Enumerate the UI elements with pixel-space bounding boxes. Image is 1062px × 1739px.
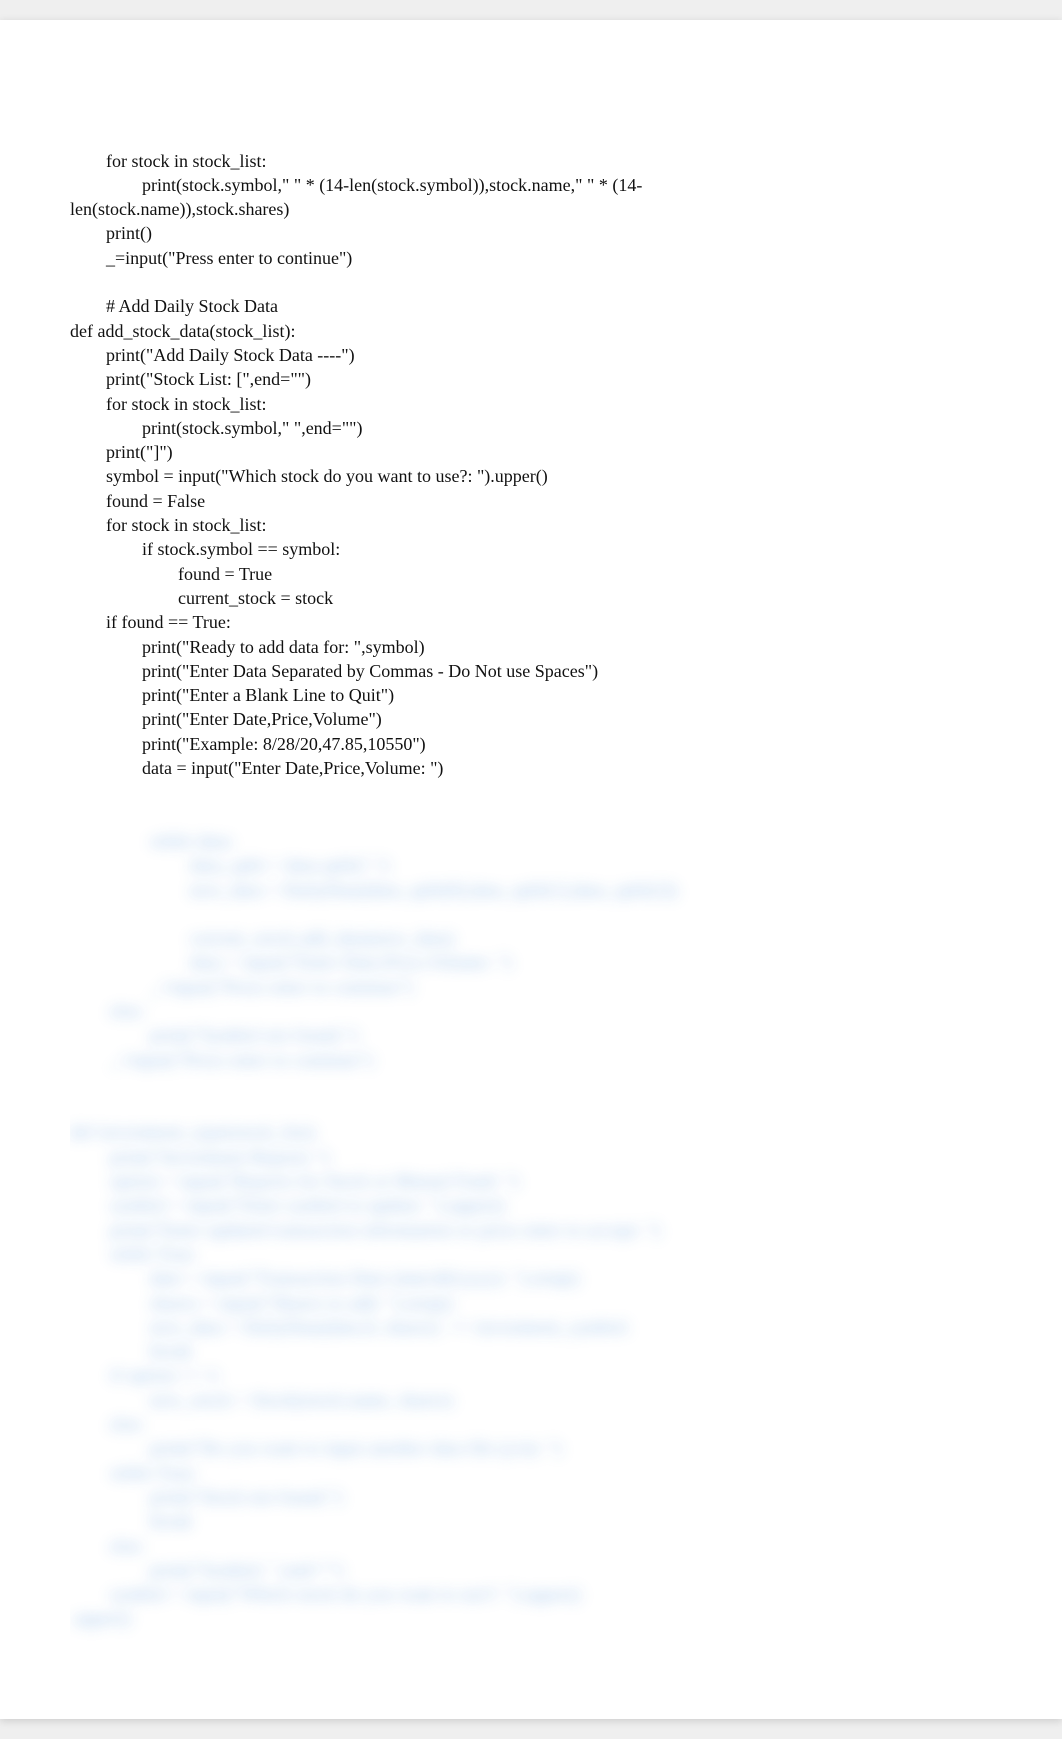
code-visible-section: for stock in stock_list: print(stock.sym… <box>70 149 992 781</box>
code-line-blurred: data = input("Enter Date,Price,Volume: "… <box>70 950 992 974</box>
code-line <box>70 270 992 294</box>
code-line: for stock in stock_list: <box>70 513 992 537</box>
code-line: # Add Daily Stock Data <box>70 294 992 318</box>
code-line-blurred: else: <box>70 1534 992 1558</box>
code-line-blurred: while data: <box>70 829 992 853</box>
code-line: if found == True: <box>70 610 992 634</box>
code-line-blurred: break <box>70 1339 992 1363</box>
code-line: print() <box>70 221 992 245</box>
code-line-blurred: symbol = input("Enter symbol to update: … <box>70 1193 992 1217</box>
document-page: for stock in stock_list: print(stock.sym… <box>0 20 1062 1719</box>
code-line-blurred: date = input("Transaction Date (mm/dd/yy… <box>70 1266 992 1290</box>
code-line-blurred: data_split = data.split(",") <box>70 853 992 877</box>
code-line-blurred: print("Enter updated transaction informa… <box>70 1218 992 1242</box>
code-line-blurred: print("Symbol not found.") <box>70 1023 992 1047</box>
code-line-blurred <box>70 902 992 926</box>
code-line-blurred: .upper() <box>70 1606 992 1630</box>
code-line: print("]") <box>70 440 992 464</box>
code-line: for stock in stock_list: <box>70 149 992 173</box>
code-line: print(stock.symbol," ",end="") <box>70 416 992 440</box>
code-line-blurred: _=input("Press enter to continue") <box>70 1048 992 1072</box>
code-line: print("Enter Date,Price,Volume") <box>70 707 992 731</box>
code-line: print("Enter a Blank Line to Quit") <box>70 683 992 707</box>
code-line: print("Example: 8/28/20,47.85,10550") <box>70 732 992 756</box>
code-line: _=input("Press enter to continue") <box>70 246 992 270</box>
code-line: found = True <box>70 562 992 586</box>
code-line-blurred: print("Symbol: ",end="") <box>70 1558 992 1582</box>
code-line-blurred: if option == 1: <box>70 1363 992 1387</box>
code-line-blurred: else: <box>70 999 992 1023</box>
code-line: print("Add Daily Stock Data ----") <box>70 343 992 367</box>
code-line-blurred: def investment_type(stock_list): <box>70 1120 992 1144</box>
code-line-blurred: else: <box>70 1412 992 1436</box>
code-line-blurred: while True: <box>70 1242 992 1266</box>
code-line: print("Ready to add data for: ",symbol) <box>70 635 992 659</box>
code-content: for stock in stock_list: print(stock.sym… <box>70 100 992 1679</box>
code-line-blurred: option = input("Reports for Stock or Mut… <box>70 1169 992 1193</box>
code-line: print("Stock List: [",end="") <box>70 367 992 391</box>
code-line: print("Enter Data Separated by Commas - … <box>70 659 992 683</box>
code-line-blurred: print("Do you want to input another data… <box>70 1436 992 1460</box>
code-line-blurred: new_stock = Stock(stock.name, shares) <box>70 1388 992 1412</box>
code-line-blurred <box>70 1096 992 1120</box>
code-blurred-section: while data: data_split = data.split(",")… <box>70 829 992 1631</box>
code-line: current_stock = stock <box>70 586 992 610</box>
code-line-blurred: new_data = DailyData(data_split[0],data_… <box>70 878 992 902</box>
code-line: data = input("Enter Date,Price,Volume: "… <box>70 756 992 780</box>
code-line: symbol = input("Which stock do you want … <box>70 464 992 488</box>
code-line-blurred: symbol = input("Which stock do you want … <box>70 1582 992 1606</box>
code-line: def add_stock_data(stock_list): <box>70 319 992 343</box>
code-line: found = False <box>70 489 992 513</box>
code-line: len(stock.name)),stock.shares) <box>70 197 992 221</box>
code-line-blurred: new_data = DailyData(date,0, shares) == … <box>70 1315 992 1339</box>
code-line-blurred: current_stock.add_data(new_data) <box>70 926 992 950</box>
code-line-blurred: print("Investment Reports ") <box>70 1145 992 1169</box>
code-line: for stock in stock_list: <box>70 392 992 416</box>
code-line: print(stock.symbol," " * (14-len(stock.s… <box>70 173 992 197</box>
code-line-blurred <box>70 1072 992 1096</box>
code-line-blurred: print("Stock not found.") <box>70 1485 992 1509</box>
code-line-blurred: while True: <box>70 1461 992 1485</box>
code-line-blurred: shares = input("Shares to add: ").strip(… <box>70 1291 992 1315</box>
code-line-blurred: break <box>70 1509 992 1533</box>
code-line: if stock.symbol == symbol: <box>70 537 992 561</box>
code-line-blurred: _=input("Press enter to continue") <box>70 975 992 999</box>
